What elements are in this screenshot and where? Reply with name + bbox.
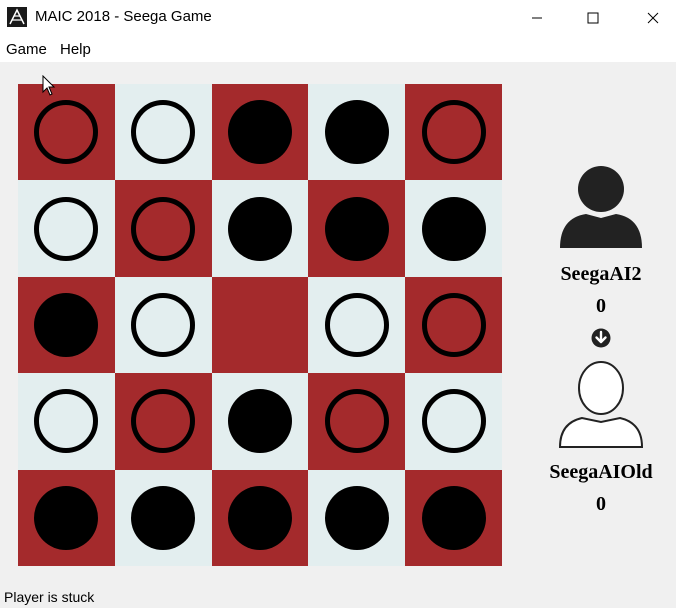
white-piece[interactable]: [131, 196, 196, 261]
board-cell[interactable]: [211, 180, 309, 277]
white-piece[interactable]: [421, 292, 486, 357]
player-avatar-top: [552, 156, 650, 254]
minimize-button[interactable]: [514, 0, 560, 35]
white-piece[interactable]: [131, 100, 196, 165]
status-text: Player is stuck: [4, 589, 95, 605]
black-piece[interactable]: [324, 100, 389, 165]
menu-game[interactable]: Game: [6, 41, 47, 58]
board-cell[interactable]: [18, 180, 115, 277]
board-cell[interactable]: [18, 276, 115, 374]
menu-bar: Game Help: [0, 35, 676, 62]
board-cell[interactable]: [114, 276, 212, 374]
black-piece[interactable]: [227, 100, 292, 165]
maximize-button[interactable]: [570, 0, 616, 35]
board-cell[interactable]: [114, 180, 212, 277]
board-cell[interactable]: [211, 469, 309, 566]
menu-help[interactable]: Help: [60, 41, 91, 58]
black-piece[interactable]: [421, 196, 486, 261]
black-piece[interactable]: [324, 196, 389, 261]
game-board: [18, 84, 502, 566]
person-outline-icon: [558, 361, 644, 448]
black-piece[interactable]: [34, 485, 99, 550]
maximize-icon: [587, 12, 599, 23]
board-cell[interactable]: [18, 373, 115, 470]
board-cell[interactable]: [114, 469, 212, 566]
white-piece[interactable]: [34, 389, 99, 454]
board-cell[interactable]: [114, 373, 212, 470]
window-title: MAIC 2018 - Seega Game: [35, 8, 212, 25]
board-cell[interactable]: [405, 373, 502, 470]
board-cell[interactable]: [211, 84, 309, 181]
player-avatar-bottom: [552, 355, 650, 453]
black-piece[interactable]: [34, 292, 99, 357]
white-piece[interactable]: [131, 389, 196, 454]
person-dark-icon: [560, 166, 642, 248]
board-cell[interactable]: [18, 469, 115, 566]
title-bar: MAIC 2018 - Seega Game: [0, 0, 676, 35]
arrow-down-circle-icon: [591, 328, 611, 348]
board-cell[interactable]: [405, 180, 502, 277]
board-cell[interactable]: [405, 276, 502, 374]
white-piece[interactable]: [34, 196, 99, 261]
board-cell[interactable]: [114, 84, 212, 181]
player-name-top: SeegaAI2: [560, 263, 642, 285]
white-piece[interactable]: [324, 389, 389, 454]
white-piece[interactable]: [421, 100, 486, 165]
white-piece[interactable]: [421, 389, 486, 454]
board-cell[interactable]: [308, 373, 406, 470]
white-piece[interactable]: [131, 292, 196, 357]
board-cell[interactable]: [308, 84, 406, 181]
player-name-bottom: SeegaAIOld: [549, 461, 653, 483]
black-piece[interactable]: [227, 485, 292, 550]
close-icon: [647, 12, 659, 23]
mouse-cursor-icon: [42, 75, 56, 96]
board-cell[interactable]: [211, 276, 309, 374]
black-piece[interactable]: [421, 485, 486, 550]
player-score-top: 0: [596, 295, 606, 317]
black-piece[interactable]: [131, 485, 196, 550]
player-score-bottom: 0: [596, 493, 606, 515]
white-piece[interactable]: [324, 292, 389, 357]
board-cell[interactable]: [308, 469, 406, 566]
board-cell[interactable]: [405, 84, 502, 181]
board-cell[interactable]: [405, 469, 502, 566]
black-piece[interactable]: [227, 196, 292, 261]
white-piece[interactable]: [34, 100, 99, 165]
black-piece[interactable]: [227, 389, 292, 454]
minimize-icon: [532, 17, 542, 18]
board-cell[interactable]: [308, 276, 406, 374]
board-cell[interactable]: [308, 180, 406, 277]
board-cell[interactable]: [211, 373, 309, 470]
board-cell[interactable]: [18, 84, 115, 181]
close-button[interactable]: [630, 0, 676, 35]
app-icon: [7, 7, 27, 27]
black-piece[interactable]: [324, 485, 389, 550]
